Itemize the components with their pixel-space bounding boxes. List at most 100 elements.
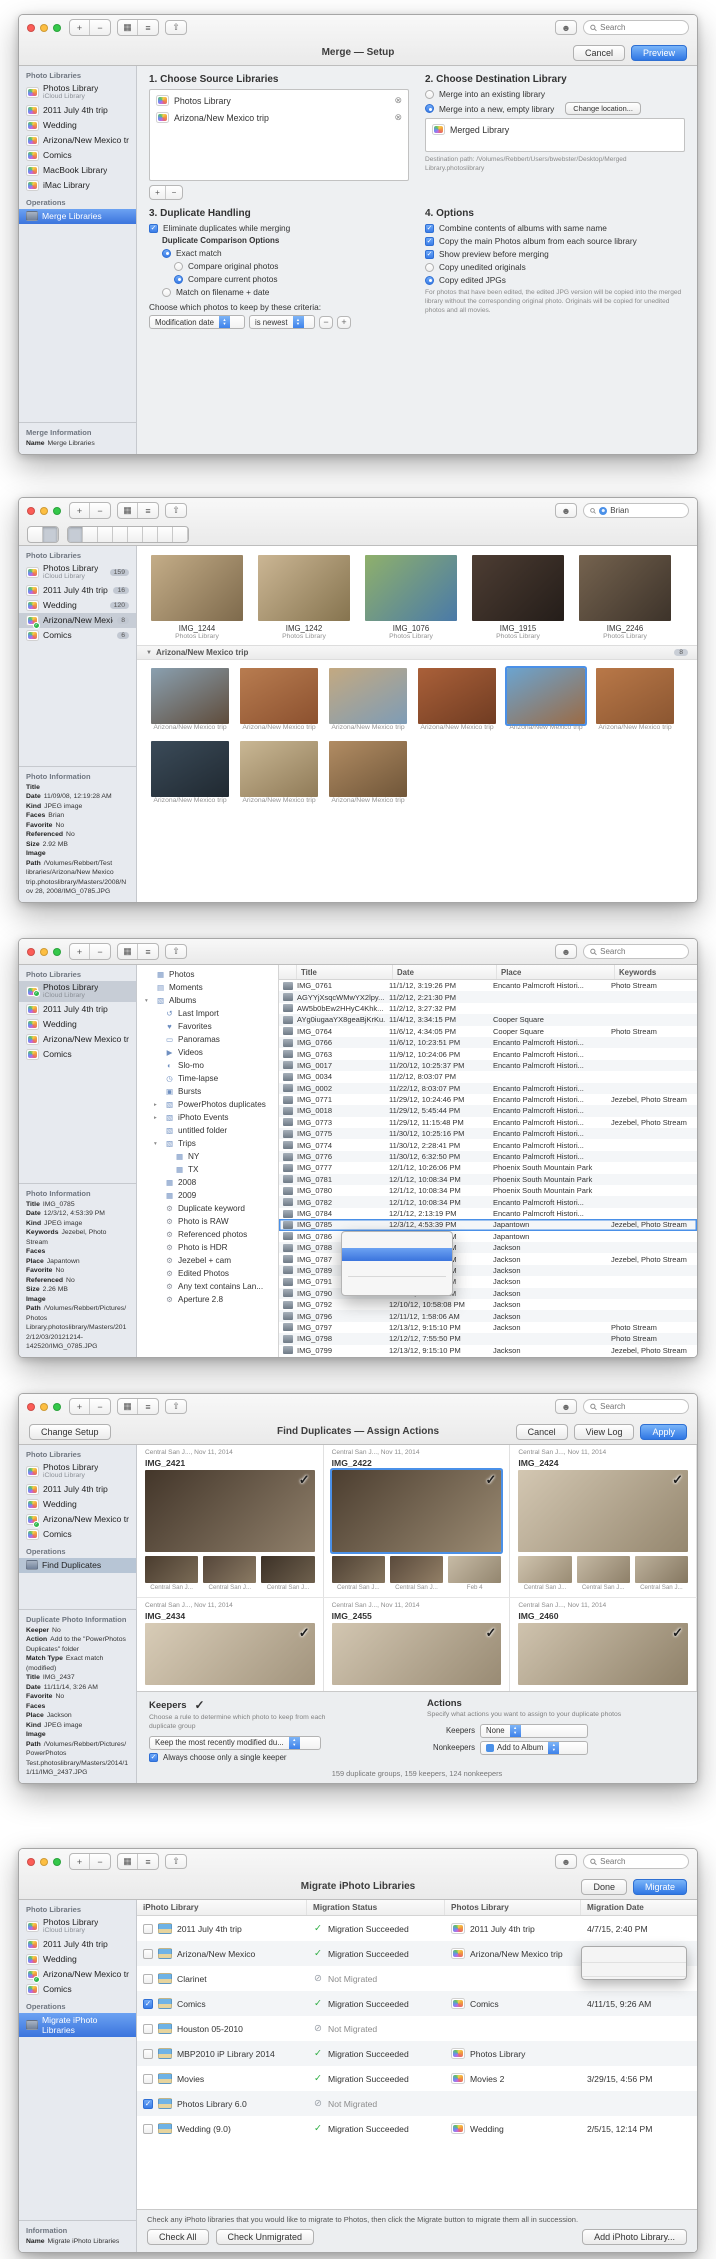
option-checkbox[interactable] bbox=[425, 237, 434, 246]
keeper-check-icon[interactable]: ✓ bbox=[672, 1625, 683, 1641]
keeper-rule-dropdown[interactable]: Keep the most recently modified du...▲▼ bbox=[149, 1736, 321, 1750]
search-field-tab[interactable] bbox=[158, 527, 173, 542]
album-row[interactable]: ▧ untitled folder bbox=[137, 1124, 278, 1137]
source-library-row[interactable]: Photos Library ⊗ bbox=[152, 92, 406, 109]
album-row[interactable]: ▾ ▧ Albums bbox=[137, 994, 278, 1007]
add-library-button[interactable]: + bbox=[70, 1854, 90, 1869]
migrate-checkbox[interactable]: ✓ bbox=[143, 1974, 153, 1984]
add-iphoto-library-button[interactable]: Add iPhoto Library... bbox=[582, 2229, 687, 2245]
photo-thumbnail[interactable] bbox=[151, 555, 243, 621]
album-row[interactable]: ◐ Slo-mo bbox=[137, 1059, 278, 1072]
photo-thumbnail[interactable] bbox=[418, 668, 496, 724]
remove-criteria-button[interactable]: − bbox=[319, 316, 333, 329]
table-row[interactable]: IMG_0797 12/13/12, 9:15:10 PM Jackson Ph… bbox=[279, 1322, 697, 1333]
table-row[interactable]: IMG_0784 12/1/12, 2:13:19 PM Encanto Pal… bbox=[279, 1208, 697, 1219]
check-unmigrated-button[interactable]: Check Unmigrated bbox=[216, 2229, 315, 2245]
album-row[interactable]: ⚙ Edited Photos bbox=[137, 1267, 278, 1280]
photo-result[interactable]: Arizona/New Mexico trip bbox=[151, 741, 229, 804]
migrate-checkbox[interactable]: ✓ bbox=[143, 1949, 153, 1959]
context-menu-item[interactable] bbox=[342, 1235, 452, 1248]
table-row[interactable]: IMG_0775 11/30/12, 10:25:16 PM Encanto P… bbox=[279, 1128, 697, 1139]
photo-thumbnail[interactable] bbox=[240, 741, 318, 797]
photo-result[interactable]: Arizona/New Mexico trip bbox=[151, 668, 229, 731]
remove-source-button[interactable]: − bbox=[166, 186, 182, 199]
close-button[interactable] bbox=[27, 948, 35, 956]
view-log-button[interactable]: View Log bbox=[574, 1424, 635, 1440]
album-row[interactable]: ▾ ▧ Trips bbox=[137, 1137, 278, 1150]
table-row[interactable]: IMG_0781 12/1/12, 10:08:34 PM Phoenix So… bbox=[279, 1174, 697, 1185]
disclosure-triangle-icon[interactable]: ▾ bbox=[145, 998, 152, 1004]
library-row[interactable]: ✓ MacBook Library bbox=[19, 163, 136, 178]
migrate-checkbox[interactable]: ✓ bbox=[143, 2074, 153, 2084]
album-row[interactable]: ♥ Favorites bbox=[137, 1020, 278, 1033]
minimize-button[interactable] bbox=[40, 507, 48, 515]
library-row[interactable]: ✓ Comics bbox=[19, 1982, 136, 1997]
table-row[interactable]: AW5b0bEw2HHyC4Khk... 11/2/12, 3:27:32 PM bbox=[279, 1003, 697, 1014]
library-row[interactable]: ✓ 2011 July 4th trip bbox=[19, 1482, 136, 1497]
album-row[interactable]: ▦ Photos bbox=[137, 968, 278, 981]
album-row[interactable]: ↺ Last Import bbox=[137, 1007, 278, 1020]
library-row[interactable]: ✓ Arizona/New Mexico trip bbox=[19, 1512, 136, 1527]
option-checkbox[interactable] bbox=[425, 250, 434, 259]
keeper-photo-thumbnail[interactable] bbox=[332, 1623, 502, 1685]
photo-thumbnail[interactable] bbox=[365, 555, 457, 621]
album-row[interactable]: ⚙ Any text contains Lan... bbox=[137, 1280, 278, 1293]
photo-thumbnail[interactable] bbox=[507, 668, 585, 724]
faces-button[interactable]: ☻ bbox=[555, 944, 577, 959]
table-row[interactable]: IMG_0799 12/13/12, 9:15:10 PM Jackson Je… bbox=[279, 1345, 697, 1356]
table-row[interactable]: IMG_0792 12/10/12, 10:58:08 PM Jackson bbox=[279, 1299, 697, 1310]
album-row[interactable]: ▭ Panoramas bbox=[137, 1033, 278, 1046]
grid-view-button[interactable]: ▦ bbox=[118, 20, 138, 35]
album-row[interactable]: ▦ TX bbox=[137, 1163, 278, 1176]
context-menu-item[interactable] bbox=[348, 1276, 446, 1277]
table-row[interactable]: IMG_0796 12/11/12, 1:58:06 AM Jackson bbox=[279, 1310, 697, 1321]
library-row[interactable]: ✓ Photos Library iCloud Library bbox=[19, 1916, 136, 1937]
add-criteria-button[interactable]: + bbox=[337, 316, 351, 329]
photo-result[interactable]: IMG_2246 Photos Library bbox=[579, 555, 671, 640]
popover-menu-item[interactable] bbox=[582, 1949, 686, 1963]
duplicate-photo-thumbnail[interactable] bbox=[390, 1556, 443, 1583]
library-row[interactable]: ✓ 2011 July 4th trip bbox=[19, 1937, 136, 1952]
photo-result[interactable]: IMG_1244 Photos Library bbox=[151, 555, 243, 640]
album-row[interactable]: ◷ Time-lapse bbox=[137, 1072, 278, 1085]
album-row[interactable]: ⚙ Aperture 2.8 bbox=[137, 1293, 278, 1306]
list-view-button[interactable]: ≡ bbox=[138, 20, 158, 35]
photo-result[interactable]: Arizona/New Mexico trip bbox=[240, 741, 318, 804]
context-menu-item[interactable] bbox=[342, 1248, 452, 1261]
album-row[interactable]: ⚙ Photo is RAW bbox=[137, 1215, 278, 1228]
photo-thumbnail[interactable] bbox=[579, 555, 671, 621]
duplicate-photo-thumbnail[interactable] bbox=[635, 1556, 688, 1583]
search-input[interactable] bbox=[600, 1402, 682, 1411]
keeper-check-icon[interactable]: ✓ bbox=[299, 1625, 310, 1641]
source-library-row[interactable]: Arizona/New Mexico trip ⊗ bbox=[152, 109, 406, 126]
disclosure-triangle-icon[interactable]: ▸ bbox=[154, 1115, 161, 1121]
album-row[interactable]: ⚙ Duplicate keyword bbox=[137, 1202, 278, 1215]
duplicate-photo-thumbnail[interactable] bbox=[518, 1556, 571, 1583]
library-row[interactable]: ✓ 2011 July 4th trip bbox=[19, 103, 136, 118]
migrate-checkbox[interactable]: ✓ bbox=[143, 2099, 153, 2109]
change-location-button[interactable]: Change location... bbox=[565, 102, 641, 115]
photo-result[interactable]: Arizona/New Mexico trip bbox=[329, 741, 407, 804]
compare-original-radio[interactable] bbox=[174, 262, 183, 271]
group-header[interactable]: ▼ Arizona/New Mexico trip 8 bbox=[137, 645, 697, 660]
photo-thumbnail[interactable] bbox=[240, 668, 318, 724]
close-button[interactable] bbox=[27, 507, 35, 515]
list-view-button[interactable]: ≡ bbox=[138, 503, 158, 518]
table-row[interactable]: IMG_0777 12/1/12, 10:26:06 PM Phoenix So… bbox=[279, 1162, 697, 1173]
table-row[interactable]: ✓ MBP2010 iP Library 2014 ✓ Migration Su… bbox=[137, 2041, 697, 2066]
album-row[interactable]: ▸ ▧ iPhoto Events bbox=[137, 1111, 278, 1124]
search-input[interactable] bbox=[610, 506, 682, 515]
photo-result[interactable]: Arizona/New Mexico trip bbox=[596, 668, 674, 731]
eliminate-duplicates-checkbox[interactable] bbox=[149, 224, 158, 233]
search-input[interactable] bbox=[600, 947, 682, 956]
album-row[interactable]: ⚙ Jezebel + cam bbox=[137, 1254, 278, 1267]
add-library-button[interactable]: + bbox=[70, 20, 90, 35]
album-row[interactable]: ▦ 2008 bbox=[137, 1176, 278, 1189]
add-library-button[interactable]: + bbox=[70, 503, 90, 518]
copy-jpgs-radio[interactable] bbox=[425, 276, 434, 285]
zoom-button[interactable] bbox=[53, 1403, 61, 1411]
merge-new-radio[interactable] bbox=[425, 104, 434, 113]
grid-view-button[interactable]: ▦ bbox=[118, 1854, 138, 1869]
library-row[interactable]: ✓ Wedding bbox=[19, 1497, 136, 1512]
table-row[interactable]: IMG_0761 11/1/12, 3:19:26 PM Encanto Pal… bbox=[279, 980, 697, 991]
